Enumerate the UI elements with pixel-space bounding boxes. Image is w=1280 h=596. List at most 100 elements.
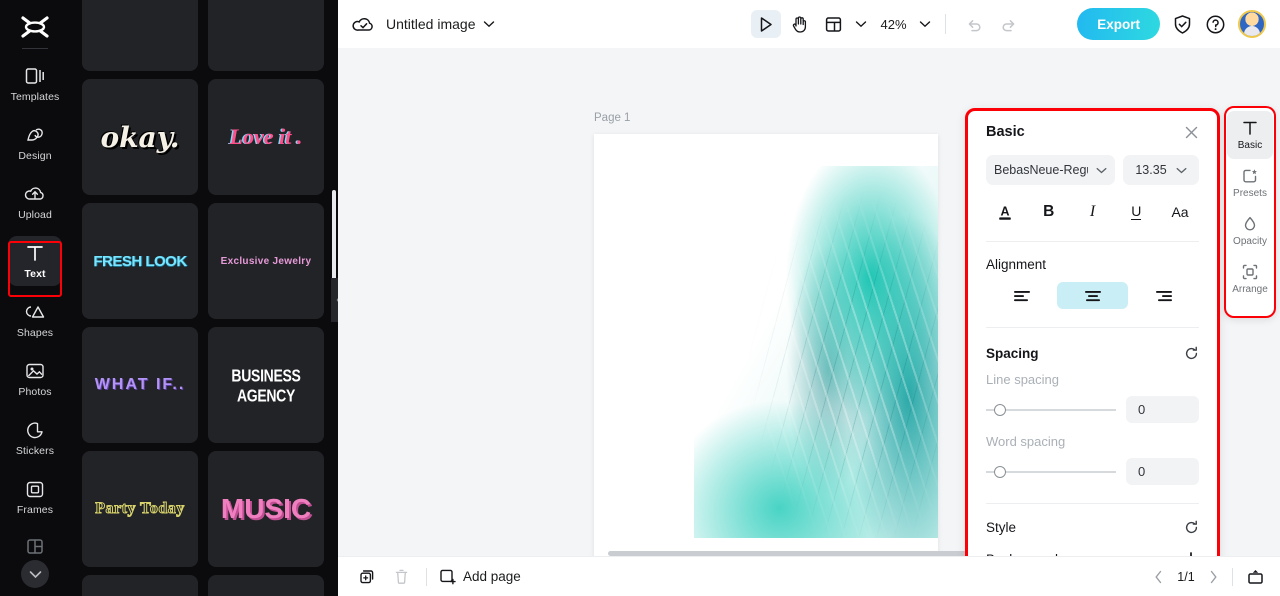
- hand-tool-button[interactable]: [785, 10, 815, 38]
- toolbar-divider: [944, 14, 946, 34]
- layout-icon: [825, 16, 842, 33]
- style-label: Style: [986, 520, 1017, 535]
- underline-button[interactable]: U: [1121, 199, 1151, 225]
- text-templates-grid: okay. Love it . FRESH LOOK Exclusive Jew…: [70, 0, 336, 596]
- tab-presets[interactable]: Presets: [1227, 159, 1273, 207]
- align-right-button[interactable]: [1128, 282, 1199, 309]
- tab-label: Arrange: [1232, 284, 1268, 295]
- zoom-level[interactable]: 42%: [881, 17, 907, 32]
- document-title[interactable]: Untitled image: [386, 16, 476, 32]
- bold-button[interactable]: B: [1034, 199, 1064, 225]
- background-add-button[interactable]: [1183, 551, 1199, 556]
- duplicate-page-icon: [359, 568, 376, 585]
- sidebar-item-photos[interactable]: Photos: [8, 354, 62, 404]
- decorative-artwork: [694, 166, 938, 538]
- delete-page-button[interactable]: [388, 564, 414, 590]
- line-spacing-input[interactable]: 0: [1126, 396, 1199, 423]
- sidebar-item-templates[interactable]: Templates: [8, 59, 62, 109]
- close-icon[interactable]: [1184, 125, 1199, 140]
- slider-knob[interactable]: [994, 465, 1006, 478]
- tab-basic[interactable]: Basic: [1227, 111, 1273, 159]
- panel-title: Basic: [986, 124, 1025, 140]
- sidebar-item-upload[interactable]: Upload: [8, 177, 62, 227]
- avatar[interactable]: [1238, 10, 1266, 38]
- spacing-reset-icon[interactable]: [1184, 346, 1199, 361]
- template-card[interactable]: MUSIC: [208, 451, 324, 567]
- template-label: Party Today: [95, 500, 185, 518]
- sidebar-item-more-icon[interactable]: [25, 538, 45, 556]
- template-card[interactable]: Exclusive Jewelry: [208, 203, 324, 319]
- font-size-value: 13.35: [1135, 163, 1167, 177]
- template-card[interactable]: [208, 0, 324, 71]
- template-card[interactable]: Party Today: [82, 451, 198, 567]
- canvas-tools: 42%: [750, 10, 1024, 38]
- plus-icon: [1183, 551, 1199, 556]
- help-circle-icon[interactable]: [1205, 14, 1226, 35]
- word-spacing-slider[interactable]: [986, 465, 1116, 479]
- opacity-drop-icon: [1241, 215, 1259, 233]
- word-spacing-input[interactable]: 0: [1126, 458, 1199, 485]
- align-center-button[interactable]: [1057, 282, 1128, 309]
- case-button[interactable]: Aa: [1165, 199, 1195, 225]
- add-page-button[interactable]: Add page: [439, 568, 521, 586]
- sidebar-item-design[interactable]: Design: [8, 118, 62, 168]
- next-page-button[interactable]: [1209, 570, 1218, 584]
- prev-page-button[interactable]: [1154, 570, 1163, 584]
- svg-text:A: A: [1000, 204, 1009, 218]
- export-upload-button[interactable]: [1247, 568, 1264, 586]
- tab-label: Opacity: [1233, 236, 1267, 247]
- upload-cloud-icon: [24, 183, 46, 205]
- line-spacing-slider[interactable]: [986, 403, 1116, 417]
- tab-arrange[interactable]: Arrange: [1227, 255, 1273, 303]
- layout-chevron-down-icon[interactable]: [855, 20, 867, 28]
- template-card[interactable]: Love it .: [208, 79, 324, 195]
- document-title-chevron-down-icon[interactable]: [483, 20, 495, 28]
- sidebar-expand-button[interactable]: [21, 560, 49, 588]
- template-card[interactable]: 100% Natural: [208, 575, 324, 596]
- redo-button[interactable]: [994, 10, 1024, 38]
- template-card[interactable]: okay.: [82, 79, 198, 195]
- template-card[interactable]: FRESH LOOK: [82, 203, 198, 319]
- properties-panel: Basic BebasNeue-Regu 13.35 A B I U Aa Al…: [965, 108, 1220, 556]
- tab-opacity[interactable]: Opacity: [1227, 207, 1273, 255]
- italic-button[interactable]: I: [1078, 199, 1108, 225]
- sidebar-item-label: Photos: [18, 386, 52, 398]
- app-logo-icon[interactable]: [15, 12, 55, 42]
- sidebar-item-label: Shapes: [16, 327, 54, 339]
- slider-knob[interactable]: [994, 403, 1006, 416]
- canvas-area[interactable]: Page 1 ••• BUSINESS AGENCY: [338, 48, 1280, 556]
- layout-tool-button[interactable]: [819, 10, 849, 38]
- italic-icon: I: [1089, 203, 1096, 220]
- font-family-select[interactable]: BebasNeue-Regu: [986, 155, 1115, 185]
- align-left-button[interactable]: [986, 282, 1057, 309]
- shield-check-icon[interactable]: [1172, 14, 1193, 35]
- select-tool-button[interactable]: [750, 10, 781, 38]
- chevron-down-icon: [29, 570, 42, 579]
- sidebar-item-frames[interactable]: Frames: [8, 472, 62, 522]
- font-family-value: BebasNeue-Regu: [994, 163, 1088, 177]
- duplicate-page-button[interactable]: [354, 564, 380, 590]
- canvas-page[interactable]: [594, 134, 938, 556]
- sidebar-item-stickers[interactable]: Stickers: [8, 413, 62, 463]
- font-controls: BebasNeue-Regu 13.35: [986, 155, 1199, 185]
- text-templates-panel: okay. Love it . FRESH LOOK Exclusive Jew…: [70, 0, 338, 596]
- template-card[interactable]: BUSINESS AGENCY: [208, 327, 324, 443]
- template-card[interactable]: WHAT IF..: [82, 327, 198, 443]
- template-card[interactable]: Holiday: [82, 575, 198, 596]
- zoom-chevron-down-icon[interactable]: [919, 20, 931, 28]
- text-color-button[interactable]: A: [990, 199, 1020, 225]
- undo-button[interactable]: [960, 10, 990, 38]
- style-reset-icon[interactable]: [1184, 520, 1199, 535]
- cloud-saved-icon[interactable]: [352, 15, 376, 34]
- font-size-select[interactable]: 13.35: [1123, 155, 1199, 185]
- template-card[interactable]: [82, 0, 198, 71]
- export-button[interactable]: Export: [1077, 8, 1160, 40]
- canvas-horizontal-scrollbar[interactable]: [608, 551, 1013, 556]
- tab-label: Presets: [1233, 188, 1267, 199]
- sidebar-item-shapes[interactable]: Shapes: [8, 295, 62, 345]
- sidebar-item-text[interactable]: Text: [8, 236, 62, 286]
- bottom-divider: [426, 567, 427, 586]
- collapse-panel-button[interactable]: [331, 278, 338, 322]
- bottom-divider: [1232, 567, 1233, 586]
- redo-icon: [1000, 17, 1017, 32]
